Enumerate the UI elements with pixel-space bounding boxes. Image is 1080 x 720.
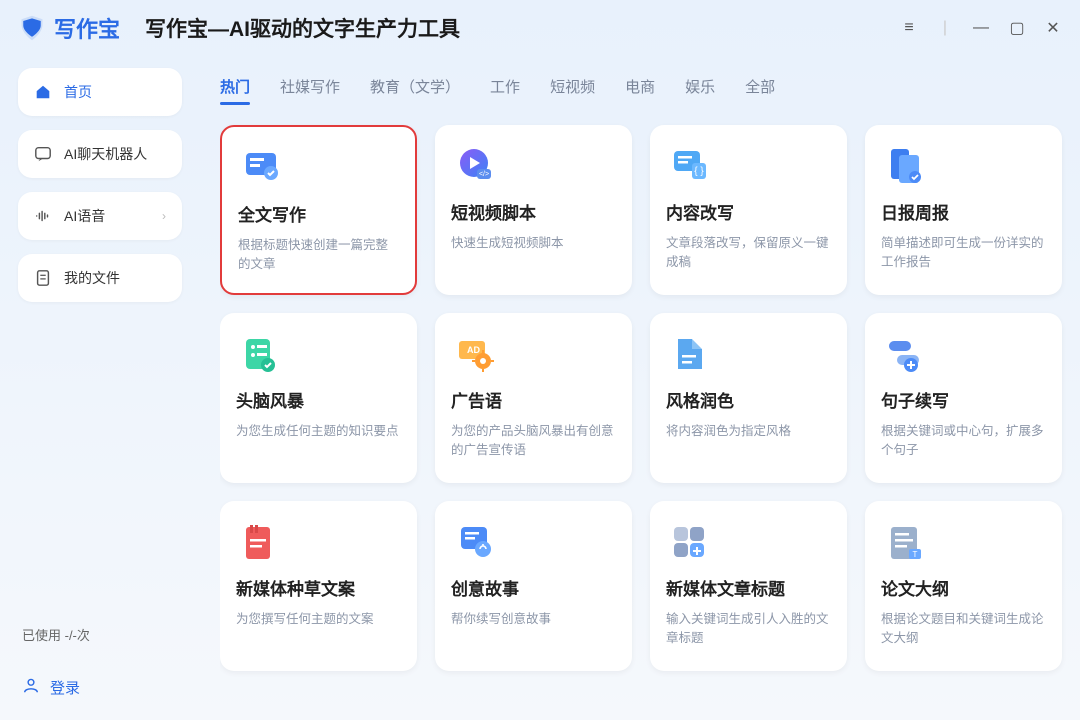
card-desc: 根据论文题目和关键词生成论文大纲 [881, 610, 1046, 648]
card-title: 短视频脚本 [451, 199, 616, 224]
card-desc: 文章段落改写，保留原义一键成稿 [666, 234, 831, 272]
close-button[interactable]: ✕ [1044, 18, 1062, 38]
card-title: 内容改写 [666, 199, 831, 224]
template-card[interactable]: 头脑风暴 为您生成任何主题的知识要点 [220, 313, 417, 483]
card-icon [238, 145, 284, 191]
card-desc: 帮你续写创意故事 [451, 610, 616, 629]
tab-shortvideo[interactable]: 短视频 [550, 76, 595, 105]
app-logo: 写作宝 [18, 12, 120, 44]
category-tabs: 热门 社媒写作 教育（文学） 工作 短视频 电商 娱乐 全部 [220, 56, 1070, 115]
svg-text:AD: AD [467, 345, 480, 355]
card-title: 创意故事 [451, 575, 616, 600]
card-desc: 为您生成任何主题的知识要点 [236, 422, 401, 441]
card-title: 全文写作 [238, 201, 399, 226]
svg-text:</>: </> [479, 171, 489, 178]
user-icon [22, 676, 40, 698]
card-desc: 为您的产品头脑风暴出有创意的广告宣传语 [451, 422, 616, 460]
template-card[interactable]: 日报周报 简单描述即可生成一份详实的工作报告 [865, 125, 1062, 295]
card-title: 广告语 [451, 387, 616, 412]
card-icon [666, 519, 712, 565]
card-icon [236, 331, 282, 377]
card-desc: 输入关键词生成引人入胜的文章标题 [666, 610, 831, 648]
template-card[interactable]: { } 内容改写 文章段落改写，保留原义一键成稿 [650, 125, 847, 295]
brand-name: 写作宝 [54, 12, 120, 44]
card-icon [236, 519, 282, 565]
svg-text:{ }: { } [694, 166, 704, 177]
sidebar-item-chatbot[interactable]: AI聊天机器人 [18, 130, 182, 178]
card-desc: 根据标题快速创建一篇完整的文章 [238, 236, 399, 274]
sidebar-item-home[interactable]: 首页 [18, 68, 182, 116]
tab-work[interactable]: 工作 [490, 76, 520, 105]
card-title: 句子续写 [881, 387, 1046, 412]
card-icon [451, 519, 497, 565]
tab-entertainment[interactable]: 娱乐 [685, 76, 715, 105]
maximize-button[interactable]: ▢ [1008, 18, 1026, 38]
card-title: 风格润色 [666, 387, 831, 412]
tab-ecommerce[interactable]: 电商 [625, 76, 655, 105]
card-title: 论文大纲 [881, 575, 1046, 600]
sidebar-item-files[interactable]: 我的文件 [18, 254, 182, 302]
sidebar-label: AI语音 [64, 206, 105, 226]
card-desc: 根据关键词或中心句，扩展多个句子 [881, 422, 1046, 460]
home-icon [34, 83, 52, 101]
card-icon: AD [451, 331, 497, 377]
card-icon [666, 331, 712, 377]
template-card[interactable]: T 论文大纲 根据论文题目和关键词生成论文大纲 [865, 501, 1062, 671]
card-title: 新媒体种草文案 [236, 575, 401, 600]
template-card[interactable]: 句子续写 根据关键词或中心句，扩展多个句子 [865, 313, 1062, 483]
sidebar-label: AI聊天机器人 [64, 144, 147, 164]
tab-all[interactable]: 全部 [745, 76, 775, 105]
card-desc: 简单描述即可生成一份详实的工作报告 [881, 234, 1046, 272]
sidebar-label: 我的文件 [64, 268, 120, 288]
card-icon [881, 331, 927, 377]
voice-icon [34, 207, 52, 225]
template-card[interactable]: </> 短视频脚本 快速生成短视频脚本 [435, 125, 632, 295]
tab-hot[interactable]: 热门 [220, 76, 250, 105]
card-title: 头脑风暴 [236, 387, 401, 412]
chat-icon [34, 145, 52, 163]
card-title: 新媒体文章标题 [666, 575, 831, 600]
card-icon: { } [666, 143, 712, 189]
login-label: 登录 [50, 677, 80, 698]
card-title: 日报周报 [881, 199, 1046, 224]
card-desc: 快速生成短视频脚本 [451, 234, 616, 253]
card-icon: </> [451, 143, 497, 189]
menu-icon[interactable]: ≡ [900, 19, 918, 37]
template-card[interactable]: 全文写作 根据标题快速创建一篇完整的文章 [220, 125, 417, 295]
chevron-right-icon: › [162, 209, 166, 223]
template-card[interactable]: 新媒体种草文案 为您撰写任何主题的文案 [220, 501, 417, 671]
card-icon [881, 143, 927, 189]
tab-education[interactable]: 教育（文学） [370, 76, 460, 105]
login-button[interactable]: 登录 [18, 666, 182, 708]
template-card[interactable]: 创意故事 帮你续写创意故事 [435, 501, 632, 671]
sidebar-label: 首页 [64, 82, 92, 102]
card-icon: T [881, 519, 927, 565]
card-desc: 将内容润色为指定风格 [666, 422, 831, 441]
app-title: 写作宝—AI驱动的文字生产力工具 [145, 13, 900, 43]
card-desc: 为您撰写任何主题的文案 [236, 610, 401, 629]
svg-text:T: T [913, 550, 918, 559]
separator: | [936, 19, 954, 37]
minimize-button[interactable]: — [972, 19, 990, 37]
tab-social[interactable]: 社媒写作 [280, 76, 340, 105]
template-card[interactable]: 新媒体文章标题 输入关键词生成引人入胜的文章标题 [650, 501, 847, 671]
sidebar-item-voice[interactable]: AI语音 › [18, 192, 182, 240]
file-icon [34, 269, 52, 287]
template-card[interactable]: AD 广告语 为您的产品头脑风暴出有创意的广告宣传语 [435, 313, 632, 483]
usage-text: 已使用 -/-次 [18, 617, 182, 652]
template-card[interactable]: 风格润色 将内容润色为指定风格 [650, 313, 847, 483]
